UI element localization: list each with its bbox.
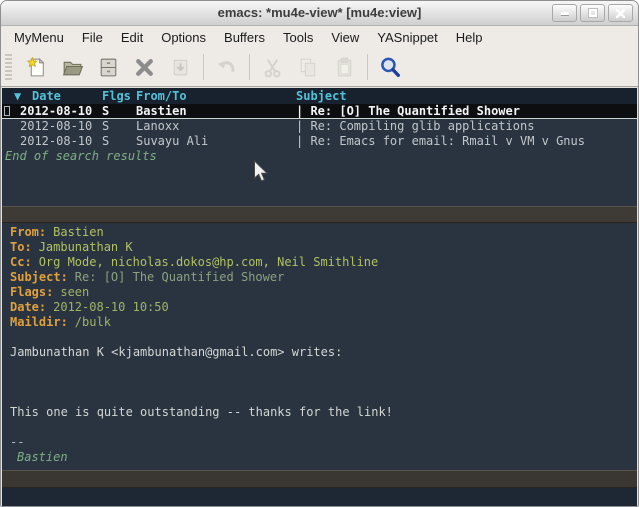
undo-icon (214, 55, 239, 80)
field-value-date: 2012-08-10 10:50 (53, 300, 169, 314)
paste-button[interactable] (331, 53, 358, 81)
field-label-from: From: (10, 225, 46, 239)
mu4e-view-window: From: Bastien To: Jambunathan K Cc: Org Mod… (2, 223, 637, 470)
open-file-icon (60, 55, 85, 80)
field-value-to: Jambunathan K (39, 240, 133, 254)
new-file-button[interactable] (23, 53, 50, 81)
window-controls (552, 4, 633, 22)
paste-icon (332, 55, 357, 80)
field-label-date: Date: (10, 300, 46, 314)
menu-item-buffers[interactable]: Buffers (215, 28, 274, 47)
header-row[interactable]: 2012-08-10 S Suvayu Ali | Re: Emacs for … (2, 134, 637, 149)
column-flags[interactable]: Flgs (102, 88, 136, 104)
headers-column-line[interactable]: ▼ Date Flgs From/To Subject (2, 88, 637, 104)
row-flags: S (102, 104, 136, 118)
new-file-icon (24, 55, 49, 80)
column-date[interactable]: Date (32, 88, 102, 104)
maximize-button[interactable] (580, 4, 605, 22)
row-date: 2012-08-10 (20, 119, 102, 134)
copy-button[interactable] (295, 53, 322, 81)
field-label-to: To: (10, 240, 32, 254)
window-title: emacs: *mu4e-view* [mu4e:view] (1, 5, 638, 20)
field-value-flags: seen (60, 285, 89, 299)
menu-item-mymenu[interactable]: MyMenu (5, 28, 73, 47)
modeline-mu4e-headers[interactable]: *mu4e-headers* ( 1, 0) [All/275] [mu4e-h… (2, 206, 637, 223)
toolbar-drag-handle[interactable] (5, 54, 12, 80)
emacs-frame: ▼ Date Flgs From/To Subject 2012-08-10 S… (2, 88, 637, 505)
signature-separator: -- (10, 435, 637, 450)
mouse-cursor-icon (253, 160, 270, 184)
column-from-to[interactable]: From/To (136, 88, 296, 104)
maximize-icon (589, 9, 597, 17)
row-date: 2012-08-10 (20, 104, 102, 118)
field-value-cc: Org Mode, nicholas.dokos@hp.com, Neil Sm… (39, 255, 379, 269)
toolbar-separator (367, 54, 368, 80)
close-buffer-button[interactable] (131, 53, 158, 81)
echo-area[interactable] (2, 488, 637, 507)
menu-item-yasnippet[interactable]: YASnippet (368, 28, 446, 47)
column-subject[interactable]: Subject (296, 88, 637, 104)
fringe-indicator-icon (4, 106, 10, 116)
row-date: 2012-08-10 (20, 134, 102, 149)
body-comment: This one is quite outstanding -- thanks … (10, 405, 637, 420)
field-label-subject: Subject: (10, 270, 68, 284)
row-from: Suvayu Ali (136, 134, 296, 149)
emacs-window: emacs: *mu4e-view* [mu4e:view] MyMenu Fi… (0, 0, 639, 507)
menu-item-view[interactable]: View (322, 28, 368, 47)
close-buffer-icon (132, 55, 157, 80)
toolbar-separator (203, 54, 204, 80)
menu-item-file[interactable]: File (73, 28, 112, 47)
toolbar (1, 48, 638, 87)
save-button[interactable] (95, 53, 122, 81)
save-as-button[interactable] (167, 53, 194, 81)
mu4e-headers-window: ▼ Date Flgs From/To Subject 2012-08-10 S… (2, 88, 637, 206)
row-from: Lanoxx (136, 119, 296, 134)
minimize-icon (561, 12, 569, 15)
field-label-flags: Flags: (10, 285, 53, 299)
close-button[interactable] (608, 4, 633, 22)
search-button[interactable] (377, 53, 404, 81)
menubar: MyMenu File Edit Options Buffers Tools V… (1, 26, 638, 48)
end-of-search-message: End of search results (2, 149, 637, 164)
search-icon (378, 55, 403, 80)
header-row-selected[interactable]: 2012-08-10 S Bastien | Re: [O] The Quant… (2, 104, 637, 119)
field-label-cc: Cc: (10, 255, 32, 269)
open-file-button[interactable] (59, 53, 86, 81)
field-label-maildir: Maildir: (10, 315, 68, 329)
modeline-mu4e-view[interactable]: *mu4e-view* ( 1, 0) [All/372] [mu4e:view… (2, 470, 637, 488)
menu-item-edit[interactable]: Edit (112, 28, 152, 47)
field-value-from: Bastien (53, 225, 104, 239)
row-subject: | Re: [O] The Quantified Shower (296, 104, 637, 118)
save-icon (96, 55, 121, 80)
menu-item-tools[interactable]: Tools (274, 28, 322, 47)
row-subject: | Re: Emacs for email: Rmail v VM v Gnus (296, 134, 637, 149)
menu-item-options[interactable]: Options (152, 28, 215, 47)
sort-arrow-icon: ▼ (14, 88, 32, 104)
row-subject: | Re: Compiling glib applications (296, 119, 637, 134)
toolbar-separator (249, 54, 250, 80)
undo-button[interactable] (213, 53, 240, 81)
row-flags: S (102, 119, 136, 134)
cut-icon (260, 55, 285, 80)
signature-name: Bastien (10, 450, 637, 465)
field-value-maildir: /bulk (75, 315, 111, 329)
menu-item-help[interactable]: Help (447, 28, 492, 47)
save-as-icon (168, 55, 193, 80)
body-intro: Jambunathan K <kjambunathan@gmail.com> w… (10, 345, 637, 360)
minimize-button[interactable] (552, 4, 577, 22)
field-value-subject: Re: [O] The Quantified Shower (75, 270, 285, 284)
row-flags: S (102, 134, 136, 149)
header-row[interactable]: 2012-08-10 S Lanoxx | Re: Compiling glib… (2, 119, 637, 134)
row-from: Bastien (136, 104, 296, 118)
copy-icon (296, 55, 321, 80)
cut-button[interactable] (259, 53, 286, 81)
titlebar[interactable]: emacs: *mu4e-view* [mu4e:view] (1, 1, 638, 26)
close-icon (615, 8, 626, 19)
